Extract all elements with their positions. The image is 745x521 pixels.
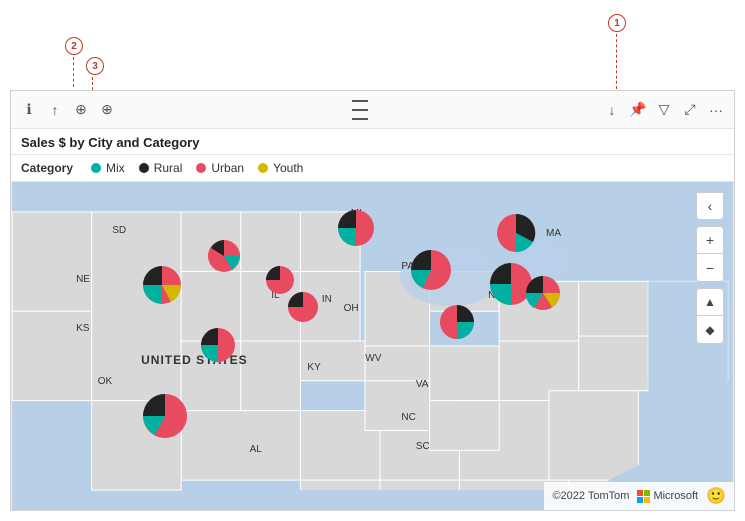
feedback-icon[interactable]: 🙂 bbox=[706, 486, 726, 506]
msft-sq3 bbox=[637, 497, 643, 503]
callout-3: 3 bbox=[86, 57, 104, 75]
pie-chart-nj2 bbox=[524, 274, 562, 312]
expand-icon-left[interactable]: ⊕ bbox=[97, 100, 117, 120]
legend-dot-rural bbox=[139, 163, 149, 173]
legend-label-rural: Rural bbox=[154, 161, 183, 175]
collapse-button[interactable]: ‹ bbox=[696, 192, 724, 220]
pie-chart-ia bbox=[206, 238, 242, 274]
microsoft-logo: Microsoft bbox=[637, 490, 698, 503]
legend-label-mix: Mix bbox=[106, 161, 125, 175]
share-icon[interactable]: ↑ bbox=[45, 100, 65, 120]
map-area[interactable]: .state { fill: #d8d8d8; stroke: #fff; st… bbox=[11, 182, 734, 510]
pie-chart-mi bbox=[336, 208, 376, 248]
main-panel: ℹ ↑ ⊕ ⊕ ↓ 📌 ▽ ⤢ ··· Sales $ by C bbox=[10, 90, 735, 511]
microsoft-text: Microsoft bbox=[653, 490, 698, 502]
copyright-text: ©2022 TomTom bbox=[552, 490, 629, 502]
toolbar-right: ↓ 📌 ▽ ⤢ ··· bbox=[602, 100, 726, 120]
map-footer: ©2022 TomTom Microsoft 🙂 bbox=[544, 482, 734, 510]
zoom-in-button[interactable]: + bbox=[696, 226, 724, 254]
focus-icon[interactable]: ⊕ bbox=[71, 100, 91, 120]
panel-title: Sales $ by City and Category bbox=[11, 129, 734, 155]
callout-3-arrow bbox=[92, 77, 93, 90]
pin-icon[interactable]: 📌 bbox=[628, 100, 648, 120]
msft-sq4 bbox=[644, 497, 650, 503]
callout-1: 1 bbox=[608, 14, 626, 32]
more-options-icon[interactable]: ··· bbox=[706, 100, 726, 120]
top-area: 1 2 3 bbox=[0, 0, 745, 100]
tilt-button[interactable]: ◆ bbox=[696, 316, 724, 344]
pie-chart-mos bbox=[199, 326, 237, 364]
legend-dot-youth bbox=[258, 163, 268, 173]
map-controls: ‹ + − ▲ ◆ bbox=[696, 192, 724, 350]
pie-chart-ar bbox=[141, 392, 189, 440]
collapse-control-group: ‹ bbox=[696, 192, 724, 220]
hamburger-icon[interactable] bbox=[352, 98, 368, 122]
panel-toolbar: ℹ ↑ ⊕ ⊕ ↓ 📌 ▽ ⤢ ··· bbox=[11, 91, 734, 129]
legend-dot-mix bbox=[91, 163, 101, 173]
pie-chart-md bbox=[438, 303, 476, 341]
legend-dot-urban bbox=[196, 163, 206, 173]
legend-item-rural: Rural bbox=[139, 161, 183, 175]
legend-label-youth: Youth bbox=[273, 161, 303, 175]
msft-squares bbox=[637, 490, 650, 503]
legend-item-urban: Urban bbox=[196, 161, 244, 175]
callout-2: 2 bbox=[65, 37, 83, 55]
orientation-control-group: ▲ ◆ bbox=[696, 288, 724, 344]
toolbar-center bbox=[352, 98, 368, 122]
outer-container: 1 2 3 ℹ ↑ ⊕ ⊕ ↓ bbox=[0, 0, 745, 521]
north-button[interactable]: ▲ bbox=[696, 288, 724, 316]
callout-2-arrow bbox=[73, 57, 74, 87]
pie-chart-ma bbox=[495, 212, 537, 254]
filter-icon[interactable]: ▽ bbox=[654, 100, 674, 120]
msft-sq1 bbox=[637, 490, 643, 496]
fullscreen-icon[interactable]: ⤢ bbox=[680, 100, 700, 120]
pie-chart-ne bbox=[141, 264, 183, 306]
legend-label-urban: Urban bbox=[211, 161, 244, 175]
info-icon[interactable]: ℹ bbox=[19, 100, 39, 120]
pie-chart-il2 bbox=[286, 290, 320, 324]
download-icon[interactable]: ↓ bbox=[602, 100, 622, 120]
zoom-out-button[interactable]: − bbox=[696, 254, 724, 282]
msft-sq2 bbox=[644, 490, 650, 496]
legend: Category Mix Rural Urban Youth bbox=[11, 155, 734, 182]
legend-item-mix: Mix bbox=[91, 161, 125, 175]
pie-chart-pa bbox=[409, 248, 453, 292]
legend-item-youth: Youth bbox=[258, 161, 303, 175]
toolbar-left: ℹ ↑ ⊕ ⊕ bbox=[19, 100, 117, 120]
zoom-control-group: + − bbox=[696, 226, 724, 282]
callout-1-arrow bbox=[616, 34, 617, 89]
legend-title: Category bbox=[21, 161, 73, 175]
